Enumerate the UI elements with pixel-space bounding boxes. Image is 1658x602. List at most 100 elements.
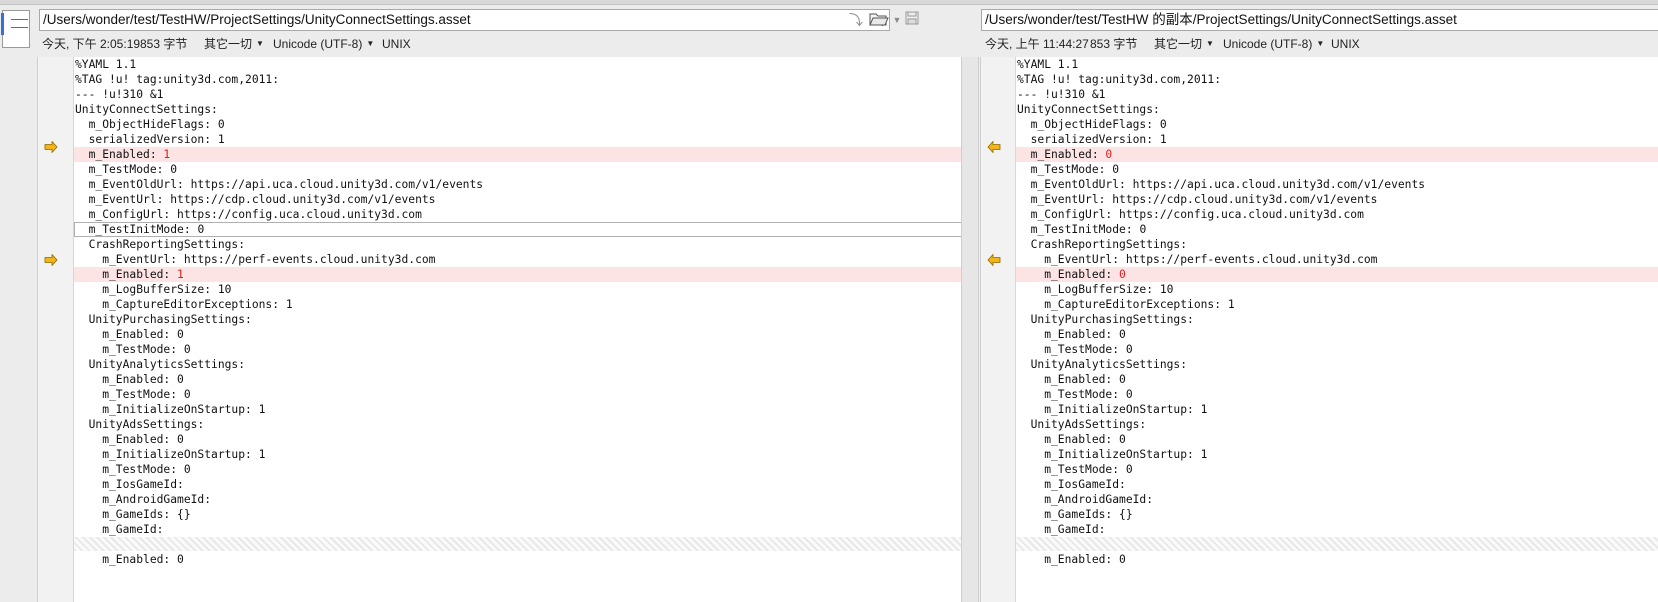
code-line[interactable]: %TAG !u! tag:unity3d.com,2011: <box>74 72 962 87</box>
code-text: m_Enabled: <box>1017 553 1120 566</box>
pane-separator[interactable] <box>961 57 979 602</box>
code-line[interactable]: m_Enabled: 0 <box>1016 372 1658 387</box>
code-line[interactable]: m_TestMode: 0 <box>1016 462 1658 477</box>
code-line[interactable]: m_InitializeOnStartup: 1 <box>1016 447 1658 462</box>
code-line[interactable]: m_AndroidGameId: <box>1016 492 1658 507</box>
code-line[interactable]: m_EventUrl: https://cdp.cloud.unity3d.co… <box>74 192 962 207</box>
code-line[interactable]: m_InitializeOnStartup: 1 <box>74 447 962 462</box>
code-line[interactable]: m_TestMode: 0 <box>74 342 962 357</box>
code-text: m_TestMode: <box>1017 163 1113 176</box>
left-lineending-menu[interactable]: 其它一切 ▼ <box>204 34 264 54</box>
code-line[interactable]: m_TestInitMode: 0 <box>74 222 962 237</box>
code-value: 0 <box>1119 328 1126 341</box>
code-line[interactable]: UnityPurchasingSettings: <box>74 312 962 327</box>
code-line[interactable]: m_Enabled: 0 <box>1016 432 1658 447</box>
code-line[interactable]: UnityAnalyticsSettings: <box>74 357 962 372</box>
code-line[interactable]: m_GameIds: {} <box>74 507 962 522</box>
code-line[interactable]: m_IosGameId: <box>74 477 962 492</box>
code-line[interactable]: m_Enabled: 0 <box>74 432 962 447</box>
code-line[interactable]: serializedVersion: 1 <box>74 132 962 147</box>
copy-right-arrow-icon[interactable] <box>44 254 60 266</box>
code-line[interactable]: %YAML 1.1 <box>1016 57 1658 72</box>
code-line[interactable]: serializedVersion: 1 <box>1016 132 1658 147</box>
code-line[interactable]: m_TestMode: 0 <box>74 387 962 402</box>
code-value: 1 <box>258 403 266 416</box>
open-folder-icon[interactable] <box>869 11 889 29</box>
code-line[interactable]: m_ConfigUrl: https://config.uca.cloud.un… <box>1016 207 1658 222</box>
right-editor[interactable]: %YAML 1.1 %TAG !u! tag:unity3d.com,2011: -… <box>980 57 1658 602</box>
code-line[interactable]: m_TestMode: 0 <box>1016 342 1658 357</box>
code-line[interactable]: m_EventOldUrl: https://api.uca.cloud.uni… <box>74 177 962 192</box>
code-line[interactable]: UnityConnectSettings: <box>1016 102 1658 117</box>
code-line[interactable]: m_TestMode: 0 <box>74 462 962 477</box>
left-encoding-menu[interactable]: Unicode (UTF-8) ▼ <box>273 34 374 54</box>
code-line[interactable]: UnityPurchasingSettings: <box>1016 312 1658 327</box>
diff-line[interactable]: m_Enabled: 1 <box>74 147 962 162</box>
left-pane: /Users/wonder/test/TestHW/ProjectSetting… <box>37 0 962 602</box>
right-encoding-menu[interactable]: Unicode (UTF-8) ▼ <box>1223 34 1324 54</box>
code-line[interactable]: %TAG !u! tag:unity3d.com,2011: <box>1016 72 1658 87</box>
code-line[interactable]: m_CaptureEditorExceptions: 1 <box>1016 297 1658 312</box>
code-line[interactable]: m_EventUrl: https://cdp.cloud.unity3d.co… <box>1016 192 1658 207</box>
code-line[interactable]: m_ObjectHideFlags: 0 <box>74 117 962 132</box>
code-text: UnityAdsSettings: <box>75 418 205 431</box>
code-line[interactable]: m_ConfigUrl: https://config.uca.cloud.un… <box>74 207 962 222</box>
code-line[interactable]: m_AndroidGameId: <box>74 492 962 507</box>
code-line[interactable]: m_Enabled: 0 <box>74 552 962 567</box>
recent-files-icon[interactable]: ⤵ <box>846 11 866 29</box>
code-line[interactable]: CrashReportingSettings: <box>74 237 962 252</box>
code-line[interactable]: m_InitializeOnStartup: 1 <box>1016 402 1658 417</box>
left-code-lines[interactable]: %YAML 1.1 %TAG !u! tag:unity3d.com,2011: -… <box>74 57 962 567</box>
code-line[interactable]: m_Enabled: 0 <box>74 372 962 387</box>
code-line[interactable]: m_LogBufferSize: 10 <box>74 282 962 297</box>
code-line[interactable]: m_EventUrl: https://perf-events.cloud.un… <box>74 252 962 267</box>
code-line[interactable]: m_EventUrl: https://perf-events.cloud.un… <box>1016 252 1658 267</box>
code-line[interactable]: --- !u!310 &1 <box>74 87 962 102</box>
left-end-of-file <box>74 537 962 551</box>
code-line[interactable]: m_InitializeOnStartup: 1 <box>74 402 962 417</box>
code-line[interactable]: m_TestMode: 0 <box>74 162 962 177</box>
code-line[interactable]: m_TestInitMode: 0 <box>1016 222 1658 237</box>
copy-left-arrow-icon[interactable] <box>987 141 1003 153</box>
code-line[interactable]: m_Enabled: 0 <box>74 327 962 342</box>
left-encoding-label: Unicode (UTF-8) <box>273 37 363 51</box>
code-line[interactable]: UnityConnectSettings: <box>74 102 962 117</box>
copy-left-arrow-icon[interactable] <box>987 254 1003 266</box>
location-map[interactable] <box>1 10 30 48</box>
diff-line[interactable]: m_Enabled: 0 <box>1016 267 1658 282</box>
code-line[interactable]: m_ObjectHideFlags: 0 <box>1016 117 1658 132</box>
code-line[interactable]: --- !u!310 &1 <box>1016 87 1658 102</box>
save-icon[interactable] <box>902 11 922 29</box>
right-code-lines[interactable]: %YAML 1.1 %TAG !u! tag:unity3d.com,2011: -… <box>1016 57 1658 567</box>
diff-line[interactable]: m_Enabled: 1 <box>74 267 962 282</box>
code-line[interactable]: UnityAnalyticsSettings: <box>1016 357 1658 372</box>
copy-right-arrow-icon[interactable] <box>44 141 60 153</box>
code-text: m_Enabled: <box>1017 328 1120 341</box>
code-line[interactable]: m_LogBufferSize: 10 <box>1016 282 1658 297</box>
location-map-viewport[interactable] <box>1 13 4 35</box>
code-line[interactable]: m_TestMode: 0 <box>1016 162 1658 177</box>
right-lineending-menu[interactable]: 其它一切 ▼ <box>1154 34 1214 54</box>
code-value: 0 <box>183 388 191 401</box>
code-text: m_Enabled: <box>75 268 178 281</box>
code-line[interactable]: m_IosGameId: <box>1016 477 1658 492</box>
code-line[interactable]: m_Enabled: 0 <box>1016 552 1658 567</box>
code-text: m_Enabled: <box>75 328 178 341</box>
left-editor[interactable]: %YAML 1.1 %TAG !u! tag:unity3d.com,2011: -… <box>37 57 962 602</box>
right-path-field[interactable]: /Users/wonder/test/TestHW 的副本/ProjectSet… <box>981 9 1658 31</box>
code-line[interactable]: m_CaptureEditorExceptions: 1 <box>74 297 962 312</box>
left-path-field[interactable]: /Users/wonder/test/TestHW/ProjectSetting… <box>39 9 890 31</box>
diff-line[interactable]: m_Enabled: 0 <box>1016 147 1658 162</box>
code-line[interactable]: m_GameId: <box>74 522 962 537</box>
code-line[interactable]: m_GameId: <box>1016 522 1658 537</box>
code-line[interactable]: UnityAdsSettings: <box>74 417 962 432</box>
code-line[interactable]: %YAML 1.1 <box>74 57 962 72</box>
code-line[interactable]: m_TestMode: 0 <box>1016 387 1658 402</box>
code-line[interactable]: UnityAdsSettings: <box>1016 417 1658 432</box>
code-line[interactable]: m_GameIds: {} <box>1016 507 1658 522</box>
code-line[interactable]: m_EventOldUrl: https://api.uca.cloud.uni… <box>1016 177 1658 192</box>
code-line[interactable]: m_Enabled: 0 <box>1016 327 1658 342</box>
code-value: 0 <box>183 343 191 356</box>
code-line[interactable]: CrashReportingSettings: <box>1016 237 1658 252</box>
right-encoding-label: Unicode (UTF-8) <box>1223 37 1313 51</box>
